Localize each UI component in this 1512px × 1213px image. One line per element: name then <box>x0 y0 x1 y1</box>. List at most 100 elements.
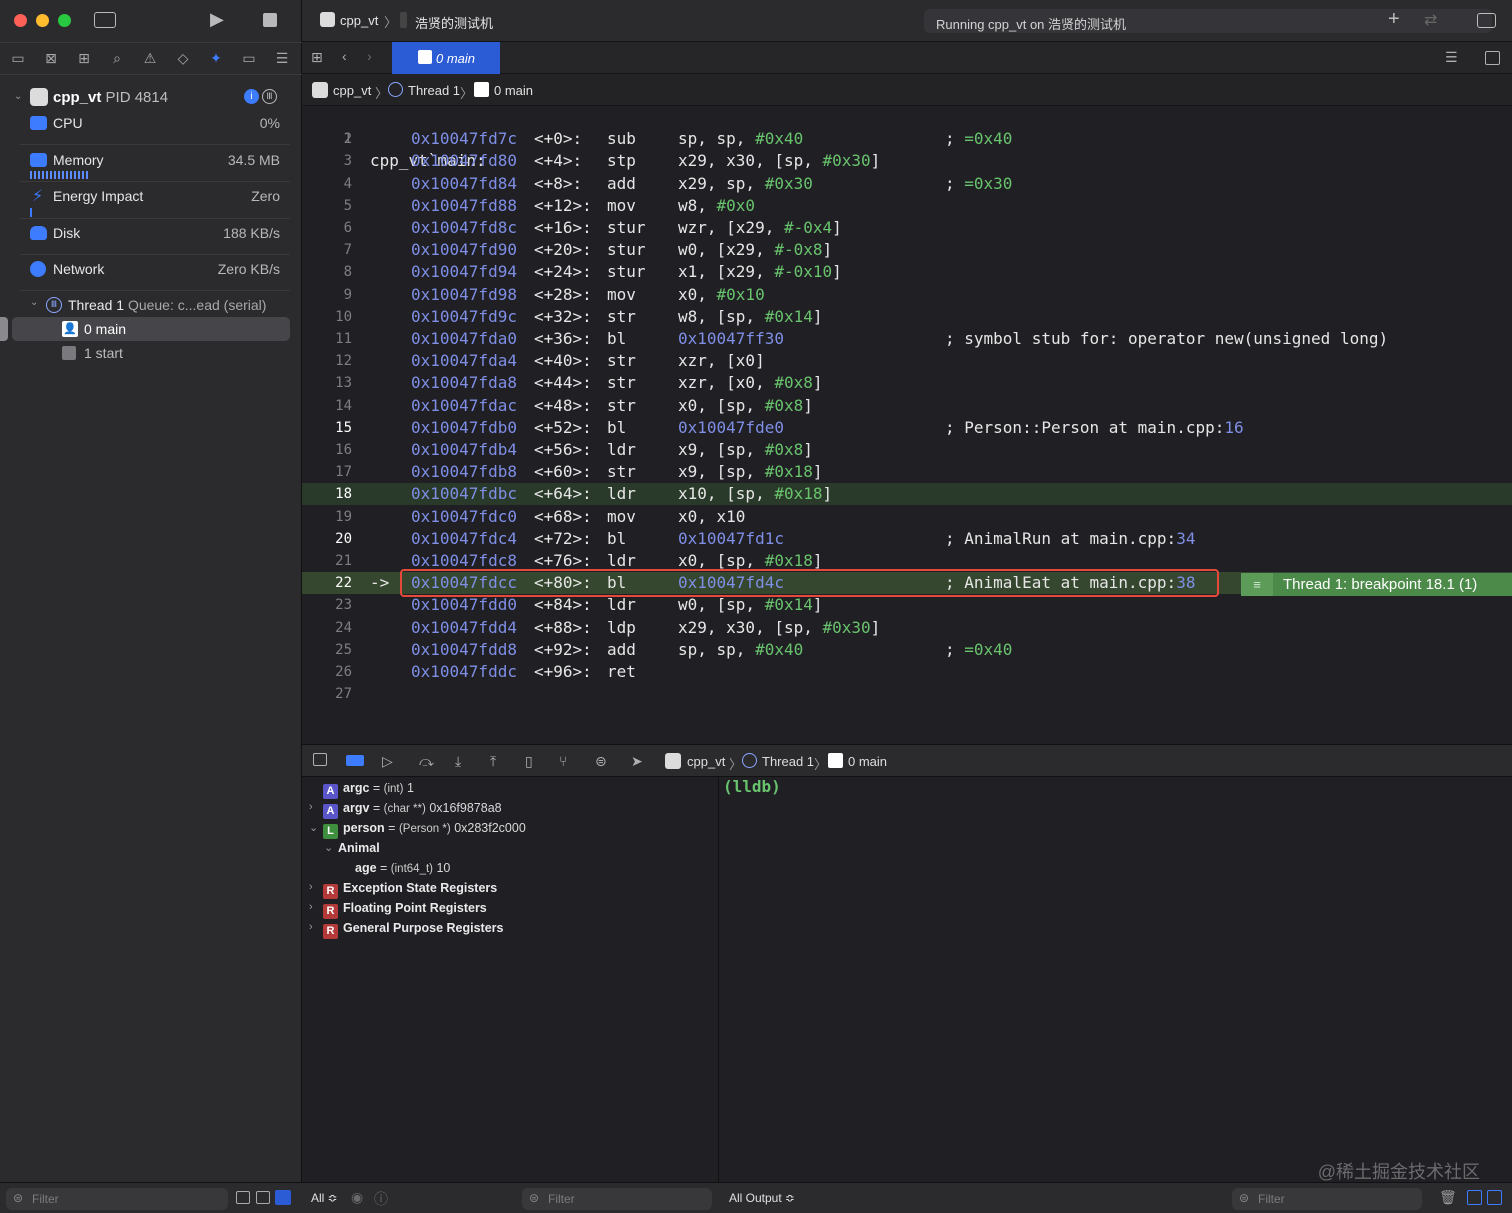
thread-row[interactable]: Thread 1 Queue: c...ead (serial) <box>68 297 266 313</box>
chevron-down-icon[interactable]: ⌄ <box>309 821 318 834</box>
split-editor-icon[interactable] <box>1485 51 1500 65</box>
scheme-selector[interactable]: cpp_vt <box>340 13 378 28</box>
sidebar-filter-input[interactable]: Filter <box>6 1188 228 1210</box>
info-icon[interactable]: i <box>244 89 259 104</box>
editor-options-icon[interactable]: ☰ <box>1445 49 1458 66</box>
info-icon[interactable]: ⓘ <box>374 1189 388 1209</box>
chevron-right-icon: 〉 <box>384 15 398 30</box>
breakpoint-icon[interactable]: ▭ <box>240 50 258 66</box>
chevron-right-icon: 〉 <box>729 757 743 772</box>
line-number: 4 <box>343 175 352 192</box>
hide-debug-area-icon[interactable] <box>313 753 327 766</box>
variable-kind-badge: R <box>323 924 338 939</box>
console-filter-input[interactable]: Filter <box>1232 1188 1422 1210</box>
gauge-disk[interactable]: Disk 188 KB/s <box>20 219 290 249</box>
filter-option-icon[interactable] <box>236 1191 250 1204</box>
step-into-icon[interactable]: ⤓ <box>455 753 461 770</box>
frame-row[interactable]: 1 start <box>12 341 290 365</box>
frame-row-selected[interactable]: 👤 0 main <box>12 317 290 341</box>
chevron-right-icon[interactable]: › <box>309 901 313 913</box>
variable-row[interactable]: age = (int64_t) 10 <box>355 858 450 878</box>
report-icon[interactable]: ☰ <box>273 50 291 66</box>
instruction-mnemonic: str <box>607 373 636 393</box>
minimize-window-button[interactable] <box>36 14 49 27</box>
jump-bar-project[interactable]: cpp_vt <box>333 83 371 98</box>
breakpoints-toggle-icon[interactable] <box>346 755 364 766</box>
variable-row[interactable]: Lperson = (Person *) 0x283f2c000 <box>323 818 526 839</box>
variable-row[interactable]: R General Purpose Registers <box>323 918 504 939</box>
destination-selector[interactable]: 浩贤的测试机 <box>415 13 493 32</box>
chevron-down-icon[interactable]: ⌄ <box>324 841 333 854</box>
line-number: 21 <box>335 553 352 569</box>
memory-graph-icon[interactable]: ⑂ <box>559 753 567 769</box>
close-window-button[interactable] <box>14 14 27 27</box>
variable-row[interactable]: Aargc = (int) 1 <box>323 778 414 799</box>
back-icon[interactable]: ‹ <box>342 48 347 64</box>
step-over-icon[interactable]: ⤼ <box>419 753 434 770</box>
eye-icon[interactable]: ◉ <box>351 1189 363 1206</box>
jump-bar-frame[interactable]: 0 main <box>494 83 533 98</box>
variable-name: Exception State Registers <box>343 881 498 895</box>
jump-bar: cpp_vt 〉 Thread 1 〉 0 main <box>302 74 1512 106</box>
variable-row[interactable]: R Exception State Registers <box>323 878 498 899</box>
jump-bar-thread[interactable]: Thread 1 <box>408 83 460 98</box>
toggle-navigator-icon[interactable] <box>94 12 116 28</box>
find-icon[interactable]: ⌕ <box>108 50 126 66</box>
instruction-operands: x1, [x29, #-0x10] <box>678 262 842 282</box>
show-console-icon[interactable] <box>1487 1190 1502 1205</box>
gauge-energy[interactable]: ⚡ Energy Impact Zero <box>20 182 290 212</box>
breakpoint-annotation[interactable]: ≡ Thread 1: breakpoint 18.1 (1) <box>1241 573 1512 596</box>
environment-icon[interactable]: ⊜ <box>595 753 607 770</box>
variable-row[interactable]: R Floating Point Registers <box>323 898 487 919</box>
scope-selector[interactable]: All ≎ <box>311 1191 338 1205</box>
variable-name: General Purpose Registers <box>343 921 504 935</box>
continue-icon[interactable]: ▷ <box>382 753 393 770</box>
test-icon[interactable]: ◇ <box>174 50 192 66</box>
code-line: 17 0x10047fdb8 <+60>: str x9, [sp, #0x18] <box>302 461 1512 483</box>
gauge-network[interactable]: Network Zero KB/s <box>20 255 290 285</box>
code-review-icon[interactable]: ⇄ <box>1424 10 1437 30</box>
debug-bar-project[interactable]: cpp_vt <box>687 754 725 769</box>
toggle-inspector-icon[interactable] <box>1477 13 1496 28</box>
tab-0-main[interactable]: 0 main <box>392 42 500 74</box>
process-row[interactable]: cpp_vt PID 4814 <box>53 89 168 106</box>
debug-bar-frame[interactable]: 0 main <box>848 754 887 769</box>
variables-filter-input[interactable]: Filter <box>522 1188 712 1210</box>
disassembly-editor[interactable]: 1 cpp_vt`main: 2 0x10047fd7c <+0>: sub sp, s… <box>302 106 1512 744</box>
stop-icon[interactable] <box>263 13 277 27</box>
debug-bar-thread[interactable]: Thread 1 <box>762 754 814 769</box>
sidebar-filter-bar: Filter <box>0 1182 302 1213</box>
instruction-operands: w8, #0x0 <box>678 195 756 215</box>
add-icon[interactable]: + <box>1388 8 1400 31</box>
chevron-right-icon[interactable]: › <box>309 881 313 893</box>
threads-icon[interactable]: Ⅲ <box>262 89 277 104</box>
symbol-icon[interactable]: ⊞ <box>75 50 93 66</box>
filter-option-icon[interactable] <box>275 1190 291 1205</box>
variable-row[interactable]: Aargv = (char **) 0x16f9878a8 <box>323 798 502 819</box>
view-hierarchy-icon[interactable]: ▯ <box>525 753 533 770</box>
run-icon[interactable]: ▶ <box>210 10 224 28</box>
variable-row[interactable]: Animal <box>338 838 380 858</box>
source-control-icon[interactable]: ⊠ <box>42 50 60 66</box>
chevron-down-icon[interactable]: ⌄ <box>14 91 22 102</box>
folder-icon[interactable]: ▭ <box>9 50 27 66</box>
chevron-down-icon[interactable]: ⌄ <box>30 297 38 308</box>
console-view[interactable]: (lldb) @稀土掘金技术社区 <box>720 777 1512 1182</box>
forward-icon[interactable]: › <box>367 48 372 64</box>
issue-icon[interactable]: ⚠ <box>141 50 159 66</box>
debug-icon[interactable]: ✦ <box>207 50 225 66</box>
trash-icon[interactable]: 🗑 <box>1439 1189 1457 1206</box>
chevron-right-icon[interactable]: › <box>309 921 313 933</box>
zoom-window-button[interactable] <box>58 14 71 27</box>
chevron-right-icon[interactable]: › <box>309 801 313 813</box>
variables-view[interactable]: Aargc = (int) 1 › Aargv = (char **) 0x16f9… <box>302 777 719 1182</box>
show-variables-icon[interactable] <box>1467 1190 1482 1205</box>
location-icon[interactable]: ➤ <box>631 753 643 770</box>
gauge-cpu[interactable]: CPU 0% <box>20 109 290 139</box>
instruction-address: 0x10047fd80 <box>411 151 517 171</box>
grid-icon[interactable]: ⊞ <box>311 49 323 66</box>
line-number: 22 <box>335 575 352 592</box>
output-selector[interactable]: All Output ≎ <box>729 1191 795 1205</box>
step-out-icon[interactable]: ⤒ <box>490 753 496 770</box>
filter-option-icon[interactable] <box>256 1191 270 1204</box>
